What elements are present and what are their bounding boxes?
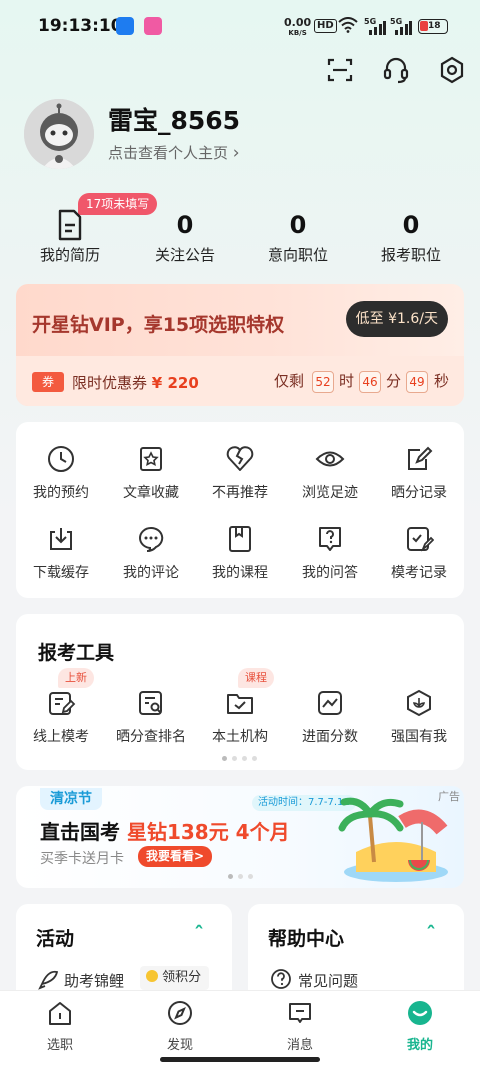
tab-me[interactable]: 我的 — [380, 999, 460, 1053]
wifi-icon — [338, 17, 358, 33]
view-profile-link[interactable]: 点击查看个人主页 › — [108, 142, 240, 163]
eye-icon — [315, 451, 345, 467]
vip-price-button[interactable]: 低至 ¥1.6/天 — [345, 301, 448, 337]
stat-followed-announcements[interactable]: 0 关注公告 — [125, 208, 245, 265]
status-bar: 19:13:10 0.00 KB/S HD 5G 5G 18 — [0, 0, 480, 56]
edit-note-icon — [408, 446, 433, 470]
countdown-seconds: 49 — [406, 371, 428, 393]
me-icon — [408, 1001, 432, 1025]
grid-my-qa[interactable]: 我的问答 — [285, 524, 375, 582]
banner-pager-dots — [228, 874, 253, 879]
chevron-right-icon: › — [232, 143, 240, 163]
festival-tag: 清凉节 — [40, 788, 102, 810]
app-notification-icon-2 — [144, 17, 162, 35]
hd-icon: HD — [314, 19, 337, 33]
avatar[interactable] — [24, 99, 94, 169]
grid-not-recommended[interactable]: 不再推荐 — [195, 444, 285, 502]
online-exam-icon — [49, 692, 76, 715]
coupon-text: 限时优惠券 ¥ 220 — [72, 374, 199, 392]
grid-score-records[interactable]: 晒分记录 — [374, 444, 464, 502]
broken-heart-icon — [226, 446, 254, 471]
customer-service-icon[interactable] — [382, 56, 410, 84]
grid-mock-exam-records[interactable]: 模考记录 — [374, 524, 464, 582]
grid-browse-history[interactable]: 浏览足迹 — [285, 444, 375, 502]
stat-applied-positions[interactable]: 0 报考职位 — [351, 208, 471, 265]
battery-icon: 18 — [418, 19, 448, 34]
net-speed: 0.00 KB/S — [284, 16, 312, 37]
grid-my-comments[interactable]: 我的评论 — [106, 524, 196, 582]
score-chart-icon — [318, 691, 342, 715]
banner-cta-button[interactable]: 我要看看> — [138, 846, 213, 867]
exam-tools-card: 报考工具 上新 课程 线上模考 晒分查排名 本土机构 进面分数 强国有我 — [16, 614, 464, 770]
username: 雷宝_8565 — [108, 106, 241, 135]
question-icon — [319, 527, 341, 551]
tab-messages[interactable]: 消息 — [260, 999, 340, 1053]
tools-pager-dots — [222, 756, 257, 761]
beach-illustration — [338, 797, 448, 882]
tool-interview-scores[interactable]: 进面分数 — [285, 688, 375, 746]
compass-icon — [168, 1001, 192, 1025]
bottom-tab-bar: 选职 发现 消息 我的 — [0, 990, 480, 1072]
banner-headline: 直击国考 星钻138元 4个月 — [40, 820, 290, 844]
coupon-tag: 券 — [32, 372, 64, 392]
folder-check-icon — [227, 694, 253, 714]
settings-icon[interactable] — [438, 56, 466, 84]
earn-points-chip[interactable]: 领积分 — [140, 966, 210, 990]
grid-my-courses[interactable]: 我的课程 — [195, 524, 285, 582]
signal-icon: 5G — [364, 17, 386, 35]
tool-strong-country[interactable]: 强国有我 — [374, 688, 464, 746]
exam-record-icon — [407, 527, 434, 552]
comment-icon — [139, 526, 164, 552]
clock-icon — [48, 446, 74, 472]
activity-title: 活动 — [36, 928, 75, 950]
activity-item-koi[interactable]: 助考锦鲤 — [64, 970, 124, 991]
help-collapse-icon[interactable]: ˆ — [426, 922, 436, 946]
rank-search-icon — [139, 691, 162, 715]
koi-icon — [38, 970, 59, 990]
countdown-minutes: 46 — [359, 371, 381, 393]
message-icon — [289, 1003, 311, 1023]
activity-collapse-icon[interactable]: ˆ — [194, 922, 204, 946]
tab-discover[interactable]: 发现 — [140, 999, 220, 1053]
help-item-faq[interactable]: 常见问题 — [298, 970, 358, 991]
app-notification-icon — [116, 17, 134, 35]
grid-article-favorites[interactable]: 文章收藏 — [106, 444, 196, 502]
help-title: 帮助中心 — [268, 928, 345, 950]
banner-subline: 买季卡送月卡 — [40, 851, 124, 867]
tool-online-exam[interactable]: 线上模考 — [16, 688, 106, 746]
coin-icon — [146, 970, 158, 982]
tab-jobs[interactable]: 选职 — [20, 999, 100, 1053]
star-bookmark-icon — [140, 447, 162, 471]
badge-icon — [407, 689, 431, 717]
ad-banner[interactable]: 清凉节 广告 活动时间：7.7-7.11 直击国考 星钻138元 4个月 买季卡… — [16, 786, 464, 888]
stat-resume[interactable]: 我的简历 — [10, 208, 130, 265]
countdown-label: 仅剩 — [274, 372, 305, 390]
tag-course: 课程 — [238, 668, 274, 688]
tag-new: 上新 — [58, 668, 94, 688]
book-icon — [229, 526, 251, 552]
signal-icon-2: 5G — [390, 17, 412, 35]
home-icon — [49, 1002, 71, 1025]
stat-intended-positions[interactable]: 0 意向职位 — [238, 208, 358, 265]
quick-actions-card: 我的预约 文章收藏 不再推荐 浏览足迹 晒分记录 下载缓存 我的评论 我的课程 … — [16, 422, 464, 598]
grid-my-appointments[interactable]: 我的预约 — [16, 444, 106, 502]
tool-local-institutions[interactable]: 本土机构 — [195, 688, 285, 746]
status-time: 19:13:10 — [38, 16, 123, 36]
tool-score-rank[interactable]: 晒分查排名 — [106, 688, 196, 746]
vip-title: 开星钻VIP，享15项选职特权 — [32, 314, 285, 336]
download-icon — [50, 528, 72, 550]
grid-download-cache[interactable]: 下载缓存 — [16, 524, 106, 582]
countdown-hours: 52 — [312, 371, 334, 393]
tools-title: 报考工具 — [38, 642, 115, 664]
faq-icon — [271, 969, 291, 989]
resume-icon — [58, 209, 82, 241]
vip-promo-card[interactable]: 开星钻VIP，享15项选职特权 低至 ¥1.6/天 券 限时优惠券 ¥ 220 … — [16, 284, 464, 406]
scan-icon[interactable] — [326, 56, 354, 84]
home-indicator — [160, 1057, 320, 1062]
